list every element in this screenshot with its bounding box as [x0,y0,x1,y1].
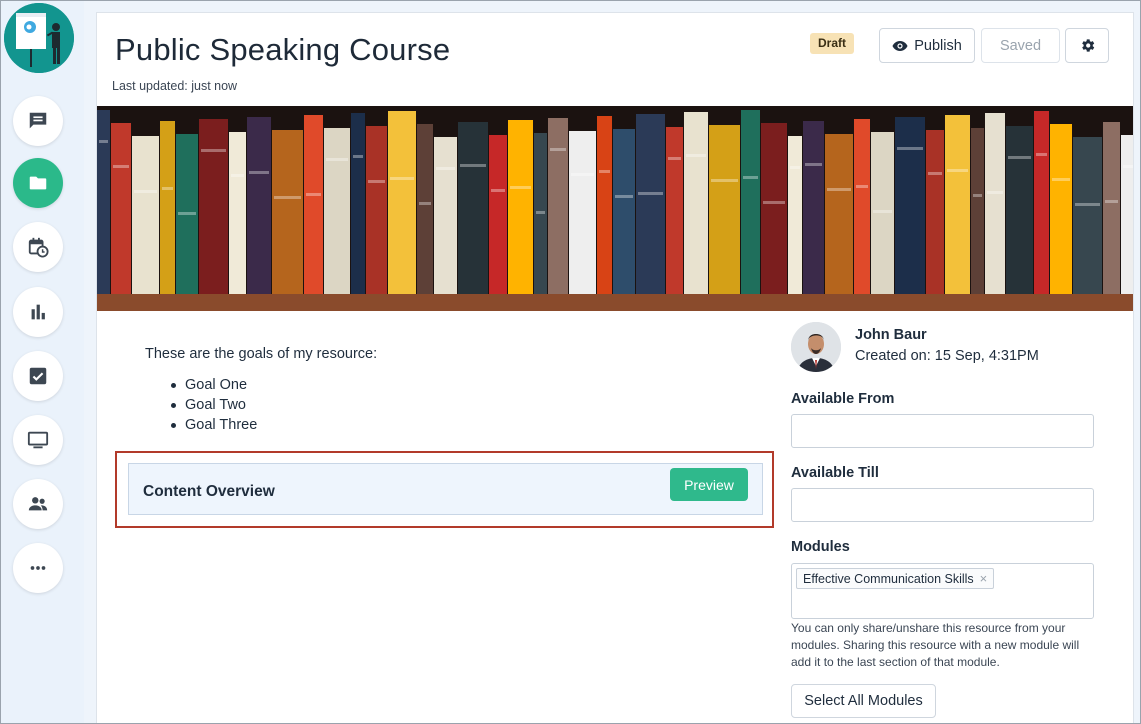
sidebar-item-tasks[interactable] [13,351,63,401]
monitor-icon [27,431,49,449]
available-till-input[interactable] [791,488,1094,522]
bookshelf-image [97,106,1133,311]
author-name: John Baur [855,327,927,343]
people-icon [28,497,48,511]
sidebar-item-screen[interactable] [13,415,63,465]
folder-icon [29,176,47,190]
remove-tag-icon[interactable]: × [980,571,988,586]
available-from-input[interactable] [791,414,1094,448]
sidebar-item-schedule[interactable] [13,222,63,272]
sidebar [0,0,84,724]
checkbox-icon [29,367,47,385]
cover-image [97,106,1133,311]
content-overview-title: Content Overview [143,483,275,500]
calendar-clock-icon [28,237,49,258]
sidebar-item-more[interactable] [13,543,63,593]
app-logo[interactable] [4,3,74,73]
list-item: Goal Three [170,417,258,433]
module-tag-label: Effective Communication Skills [803,571,974,586]
settings-button[interactable] [1065,28,1109,63]
list-item: Goal One [170,375,257,395]
last-updated: Last updated: just now [112,79,238,93]
publish-button[interactable]: Publish [879,28,975,63]
select-all-modules-button[interactable]: Select All Modules [791,684,936,718]
modules-select[interactable]: Effective Communication Skills × [791,563,1094,619]
status-badge: Draft [810,33,855,54]
resource-panel: Public Speaking Course Last updated: jus… [96,12,1134,724]
eye-icon [892,40,908,51]
module-tag: Effective Communication Skills × [796,568,995,589]
content-overview-highlight: Content Overview Preview [115,451,774,528]
available-till-label: Available Till [791,465,879,481]
goals-intro: These are the goals of my resource: [145,346,378,362]
sidebar-item-people[interactable] [13,479,63,529]
gear-icon [1081,39,1094,52]
goals-list: Goal One Goal Two Goal Three [170,375,258,435]
created-date: Created on: 15 Sep, 4:31PM [855,348,1039,364]
saved-button[interactable]: Saved [981,28,1060,63]
modules-label: Modules [791,539,850,555]
chat-bubble-icon [29,112,47,129]
sidebar-item-messages[interactable] [13,96,63,146]
available-from-label: Available From [791,391,895,407]
sidebar-item-analytics[interactable] [13,287,63,337]
presenter-logo-icon [4,3,74,73]
sidebar-item-resources[interactable] [13,158,63,208]
modules-help-text: You can only share/unshare this resource… [791,621,1080,669]
bar-chart-icon [31,304,45,320]
more-dots-icon [30,566,46,570]
author-photo [791,322,841,372]
list-item: Goal Two [170,395,257,415]
avatar [791,322,841,372]
content-overview-card: Content Overview Preview [128,463,763,515]
publish-label: Publish [914,37,962,54]
page-title: Public Speaking Course [115,32,451,67]
preview-button[interactable]: Preview [670,468,748,501]
